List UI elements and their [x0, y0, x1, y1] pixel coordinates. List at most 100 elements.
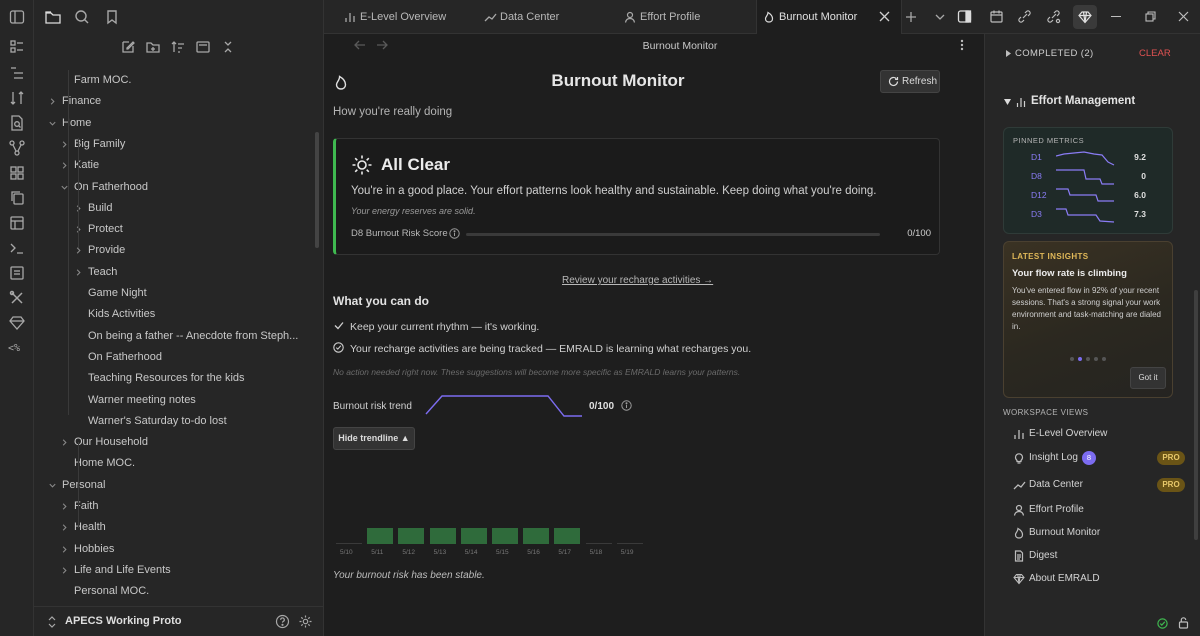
- tab-burnout-monitor[interactable]: Burnout Monitor: [756, 0, 902, 34]
- review-recharge-link[interactable]: Review your recharge activities →: [562, 275, 713, 286]
- emrald-gem-button[interactable]: [1073, 5, 1097, 29]
- restore-icon[interactable]: [1145, 11, 1156, 22]
- outline-icon[interactable]: [8, 38, 26, 56]
- view-burnout-monitor[interactable]: Burnout Monitor: [1003, 524, 1193, 542]
- refresh-button[interactable]: Refresh: [880, 70, 940, 93]
- sort-icon[interactable]: [8, 89, 26, 107]
- search-icon[interactable]: [72, 7, 92, 27]
- vault-switch-icon[interactable]: [47, 616, 57, 628]
- tree-file-item[interactable]: On Fatherhood: [74, 347, 316, 368]
- close-window-icon[interactable]: [1178, 11, 1189, 22]
- chevron-right-icon[interactable]: [60, 502, 70, 512]
- view-insight-log[interactable]: Insight Log 8 PRO: [1003, 449, 1193, 467]
- carousel-dots[interactable]: [1070, 357, 1106, 361]
- search-file-icon[interactable]: [8, 114, 26, 132]
- new-folder-icon[interactable]: [145, 39, 161, 55]
- tree-file-item[interactable]: Kids Activities: [74, 304, 316, 325]
- tree-folder-item[interactable]: Provide: [74, 240, 316, 261]
- tree-folder-item[interactable]: On Fatherhood: [60, 177, 310, 198]
- close-tab-icon[interactable]: [879, 11, 890, 22]
- chevron-down-icon[interactable]: [934, 11, 946, 23]
- bookmark-icon[interactable]: [102, 7, 122, 27]
- dashboard-icon[interactable]: [8, 264, 26, 282]
- tree-folder-item[interactable]: Faith: [60, 496, 310, 517]
- layout-icon[interactable]: [8, 214, 26, 232]
- tree-folder-item[interactable]: Teach: [74, 262, 316, 283]
- view-e-level-overview[interactable]: E-Level Overview: [1003, 425, 1193, 443]
- right-panel-toggle-icon[interactable]: [957, 9, 972, 24]
- sort-order-icon[interactable]: [170, 39, 186, 55]
- code-percent-icon[interactable]: <%: [8, 340, 26, 358]
- chart-bar[interactable]: [492, 528, 518, 544]
- sidebar-scrollbar[interactable]: [315, 132, 319, 248]
- chart-bar[interactable]: [429, 528, 456, 544]
- chevron-right-icon[interactable]: [60, 523, 70, 533]
- tree-folder-item[interactable]: Build: [74, 198, 316, 219]
- new-tab-icon[interactable]: [904, 10, 918, 24]
- tree-file-item[interactable]: On being a father -- Anecdote from Steph…: [74, 326, 316, 347]
- right-scrollbar[interactable]: [1194, 290, 1198, 540]
- chevron-right-icon[interactable]: [74, 268, 84, 278]
- tree-file-item[interactable]: Warner's Saturday to-do lost: [74, 411, 316, 432]
- view-data-center[interactable]: Data Center PRO: [1003, 476, 1193, 494]
- tree-folder-item[interactable]: Home: [48, 113, 298, 134]
- tab-data-center[interactable]: Data Center: [478, 0, 606, 34]
- gem-icon[interactable]: [8, 314, 26, 332]
- tree-file-item[interactable]: Game Night: [74, 283, 316, 304]
- tree-file-item[interactable]: Warner meeting notes: [74, 390, 316, 411]
- chevron-down-icon[interactable]: [48, 481, 58, 491]
- tree-folder-item[interactable]: Hobbies: [60, 539, 310, 560]
- chart-bar[interactable]: [398, 528, 425, 544]
- tree-folder-item[interactable]: Health: [60, 517, 310, 538]
- tree-file-item[interactable]: Home MOC.: [60, 453, 310, 474]
- chevron-right-icon[interactable]: [74, 204, 84, 214]
- chevron-right-icon[interactable]: [74, 225, 84, 235]
- tree-folder-item[interactable]: Protect: [74, 219, 316, 240]
- tab-effort-profile[interactable]: Effort Profile: [618, 0, 746, 34]
- minimize-icon[interactable]: [1111, 16, 1121, 17]
- tree-file-item[interactable]: Personal MOC.: [60, 581, 310, 602]
- help-icon[interactable]: [275, 614, 290, 629]
- calendar-icon[interactable]: [989, 9, 1004, 24]
- vault-name[interactable]: APECS Working Proto: [65, 615, 182, 627]
- sync-status-icon[interactable]: [1157, 618, 1168, 629]
- grid-icon[interactable]: [8, 164, 26, 182]
- triangle-right-icon[interactable]: [1005, 50, 1011, 57]
- tree-folder-item[interactable]: Personal: [48, 475, 298, 496]
- more-options-icon[interactable]: [960, 39, 964, 51]
- chevron-right-icon[interactable]: [60, 545, 70, 555]
- chart-bar[interactable]: [460, 528, 487, 544]
- tree-folder-item[interactable]: Our Household: [60, 432, 310, 453]
- tree-folder-item[interactable]: Finance: [48, 91, 298, 112]
- info-icon[interactable]: [449, 228, 460, 239]
- sidebar-toggle-icon[interactable]: [8, 8, 26, 26]
- copy-icon[interactable]: [8, 189, 26, 207]
- folder-icon[interactable]: [43, 7, 63, 27]
- view-about-emrald[interactable]: About EMRALD: [1003, 570, 1193, 588]
- settings-gear-icon[interactable]: [298, 614, 313, 629]
- lock-icon[interactable]: [1178, 616, 1189, 629]
- chart-bar[interactable]: [554, 528, 581, 544]
- graph-icon[interactable]: [8, 139, 26, 157]
- collapse-panel-icon[interactable]: [195, 39, 211, 55]
- tree-file-item[interactable]: Farm MOC.: [60, 70, 310, 91]
- collapse-all-icon[interactable]: [220, 39, 236, 55]
- chevron-right-icon[interactable]: [48, 97, 58, 107]
- tree-folder-item[interactable]: Katie: [60, 155, 310, 176]
- chevron-right-icon[interactable]: [60, 566, 70, 576]
- got-it-button[interactable]: Got it: [1130, 367, 1166, 389]
- view-digest[interactable]: Digest: [1003, 547, 1193, 565]
- tab-e-level-overview[interactable]: E-Level Overview: [338, 0, 466, 34]
- link-settings-icon[interactable]: [1046, 9, 1061, 24]
- chevron-right-icon[interactable]: [74, 246, 84, 256]
- tree-folder-item[interactable]: Life and Life Events: [60, 560, 310, 581]
- tools-icon[interactable]: [8, 289, 26, 307]
- chart-bar[interactable]: [367, 528, 394, 544]
- trend-info-icon[interactable]: [621, 400, 632, 411]
- tree-file-item[interactable]: Teaching Resources for the kids: [74, 368, 316, 389]
- triangle-down-icon[interactable]: [1004, 99, 1011, 105]
- link-refresh-icon[interactable]: [1017, 9, 1032, 24]
- tree-folder-item[interactable]: Big Family: [60, 134, 310, 155]
- view-effort-profile[interactable]: Effort Profile: [1003, 501, 1193, 519]
- clear-link[interactable]: CLEAR: [1139, 48, 1171, 59]
